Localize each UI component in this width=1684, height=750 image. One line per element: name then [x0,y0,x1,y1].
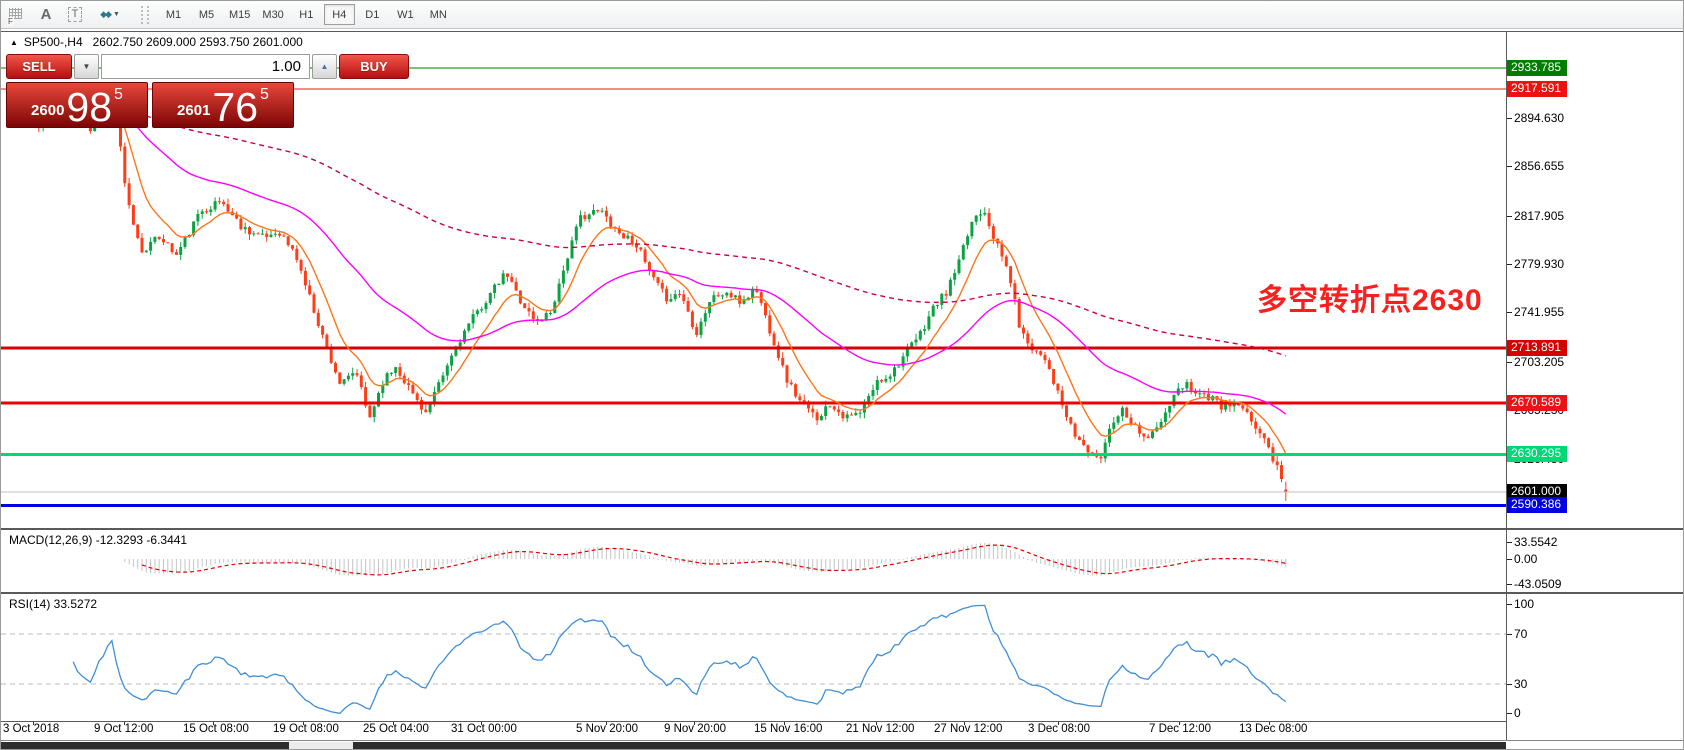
time-axis-label: 3 Oct 2018 [3,723,59,735]
arrow-objects-icon[interactable]: ◆◆ ▼ [91,4,129,26]
price-axis-tick-label: 2779.930 [1514,257,1564,271]
timeframe-m15-button[interactable]: M15 [224,4,255,25]
toolbar-drag-handle[interactable] [141,6,149,24]
time-axis-label: 27 Nov 12:00 [934,723,1002,735]
toolbar: F A T ◆◆ ▼ M1 M5 M15 M30 H1 H4 D1 W1 MN [1,1,1683,29]
volume-spinner: ▼ ▲ [74,54,337,79]
symbol-label: SP500-,H4 [24,35,83,49]
triangle-up-icon: ▲ [321,62,329,71]
price-axis-badge: 2713.891 [1507,340,1567,356]
one-click-trading-panel: SELL ▼ ▲ BUY 2600 98 5 2601 [6,54,294,128]
time-axis-label: 3 Dec 08:00 [1028,723,1090,735]
buy-price-box[interactable]: 2601 76 5 [152,82,294,128]
indicator-axis-tick-label: 30 [1514,677,1527,691]
scrollbar-thumb-right[interactable] [353,742,1506,750]
rsi-line [73,605,1286,713]
price-axis-tick-label: 2894.630 [1514,111,1564,125]
rsi-indicator-label: RSI(14) 33.5272 [9,597,97,611]
volume-input[interactable] [101,54,310,79]
time-axis-label: 7 Dec 12:00 [1149,723,1211,735]
timeframe-m1-button[interactable]: M1 [158,4,189,25]
scrollbar-track-gap[interactable] [289,742,353,750]
price-axis-tick-label: 2817.905 [1514,209,1564,223]
chart-annotation-text: 多空转折点2630 [1257,275,1483,319]
scrollbar-thumb-left[interactable] [1,742,289,750]
horizontal-scrollbar[interactable] [1,741,1684,750]
text-label-icon[interactable]: T [62,4,88,26]
indicator-axis-tick-label: -43.0509 [1514,577,1561,591]
indicator-axis-tick-label: 70 [1514,627,1527,641]
candles-layer [12,86,1288,501]
buy-button[interactable]: BUY [339,54,409,79]
time-axis-label: 19 Oct 08:00 [273,723,339,735]
price-axis-divider [1506,31,1507,740]
indicator-axis-tick-label: 0.00 [1514,552,1537,566]
indicator-axis-tick-label: 33.5542 [1514,535,1557,549]
time-axis-label: 5 Nov 20:00 [576,723,638,735]
sell-button[interactable]: SELL [6,54,72,79]
timeframe-h1-button[interactable]: H1 [291,4,322,25]
indicator-axis-tick-label: 100 [1514,597,1534,611]
price-axis-tick-label: 2856.655 [1514,159,1564,173]
mt4-chart-window: F A T ◆◆ ▼ M1 M5 M15 M30 H1 H4 D1 W1 MN … [0,0,1684,750]
shift-letter: F [7,17,14,26]
volume-decrease-button[interactable]: ▼ [74,54,99,79]
timeframe-w1-button[interactable]: W1 [390,4,421,25]
chart-top-border [1,31,1684,32]
price-axis-badge: 2917.591 [1507,81,1567,97]
time-axis-label: 15 Nov 16:00 [754,723,822,735]
main-macd-divider[interactable] [1,528,1684,530]
price-axis-tick-label: 2703.205 [1514,355,1564,369]
text-tool-icon[interactable]: A [33,4,59,26]
time-axis-label: 25 Oct 04:00 [363,723,429,735]
timeframe-d1-button[interactable]: D1 [357,4,388,25]
chevron-down-icon: ▼ [113,11,120,18]
timeframe-m5-button[interactable]: M5 [191,4,222,25]
price-axis-tick-label: 2741.955 [1514,305,1564,319]
volume-increase-button[interactable]: ▲ [312,54,337,79]
macd-histogram [125,543,1286,576]
indicator-axis-tick-label: 0 [1514,706,1521,720]
time-axis-label: 31 Oct 00:00 [451,723,517,735]
slow-ema-line [30,106,1286,356]
sell-price-box[interactable]: 2600 98 5 [6,82,148,128]
triangle-down-icon: ▼ [83,62,91,71]
mid-ema-line [30,107,1286,414]
chart-shift-icon[interactable]: F [4,4,30,26]
price-axis-badge: 2630.295 [1507,446,1567,462]
macd-rsi-divider[interactable] [1,592,1684,594]
collapse-arrow-icon[interactable]: ▲ [10,38,18,47]
price-axis-badge: 2590.386 [1507,497,1567,513]
time-axis-label: 21 Nov 12:00 [846,723,914,735]
time-axis-label: 13 Dec 08:00 [1239,723,1307,735]
timeframe-h4-button[interactable]: H4 [324,4,355,25]
timeframe-m30-button[interactable]: M30 [257,4,288,25]
price-axis-badge: 2933.785 [1507,60,1567,76]
price-axis-badge: 2670.589 [1507,395,1567,411]
macd-indicator-label: MACD(12,26,9) -12.3293 -6.3441 [9,533,187,547]
time-axis-label: 9 Nov 20:00 [664,723,726,735]
rsi-bottom-border [1,721,1506,722]
timeframe-mn-button[interactable]: MN [423,4,454,25]
time-axis-label: 15 Oct 08:00 [183,723,249,735]
chart-header: ▲ SP500-,H4 2602.750 2609.000 2593.750 2… [10,35,303,49]
ohlc-values: 2602.750 2609.000 2593.750 2601.000 [93,35,303,49]
